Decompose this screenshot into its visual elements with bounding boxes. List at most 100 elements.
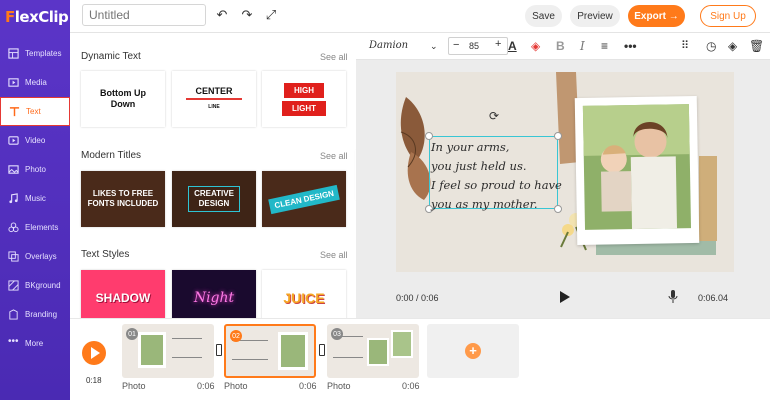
sidebar-item-media[interactable]: Media (0, 68, 70, 97)
export-button[interactable]: Export → (628, 5, 685, 27)
microphone-icon[interactable] (668, 290, 678, 304)
card-text: LINE (208, 103, 220, 110)
sidebar-item-label: BKground (25, 281, 61, 290)
text-template-card[interactable]: Bottom Up Down (81, 71, 165, 127)
sidebar-item-more[interactable]: ••• More (0, 329, 70, 358)
fullscreen-icon[interactable]: ⤢ (264, 8, 278, 22)
style-template-card[interactable]: Night (172, 270, 256, 318)
font-size-value[interactable]: 85 (469, 41, 479, 51)
timeline-clip[interactable]: 02 (224, 324, 316, 378)
flexclip-logo[interactable]: FlexClip (5, 8, 69, 26)
clip-thumbnail-photo (367, 338, 389, 366)
card-text: CENTER (195, 86, 233, 97)
bold-icon[interactable]: B (556, 39, 565, 53)
clip-number: 03 (331, 328, 343, 340)
add-clip-button[interactable]: + (427, 324, 519, 378)
sidebar-item-overlays[interactable]: Overlays (0, 242, 70, 271)
minus-icon[interactable]: − (453, 39, 459, 51)
transition-icon[interactable] (319, 344, 325, 356)
rotate-icon[interactable]: ⟳ (489, 109, 499, 123)
canvas-text[interactable]: In your arms, you just held us. I feel s… (431, 138, 562, 214)
sign-up-button[interactable]: Sign Up (700, 5, 756, 27)
clip-label: Photo (327, 381, 351, 391)
see-all-link[interactable]: See all (320, 151, 348, 161)
card-text: HIGH (284, 82, 324, 98)
highlight-color-icon[interactable]: ◈ (531, 39, 540, 53)
layers-icon[interactable]: ◈ (728, 39, 737, 53)
style-template-card[interactable]: JUICE (262, 270, 346, 318)
text-template-card[interactable]: HIGH LIGHT (262, 71, 346, 127)
clip-duration: 0:06 (299, 381, 317, 391)
see-all-link[interactable]: See all (320, 250, 348, 260)
sidebar-item-branding[interactable]: Branding (0, 300, 70, 329)
photo-icon (8, 165, 19, 174)
template-icon (8, 48, 19, 59)
clock-icon[interactable]: ◷ (706, 39, 716, 53)
sidebar-item-photo[interactable]: Photo (0, 155, 70, 184)
italic-icon[interactable]: I (580, 39, 585, 53)
timeline-clip[interactable]: 03 (327, 324, 419, 378)
overlays-icon (8, 251, 19, 262)
preview-button[interactable]: Preview (570, 5, 620, 27)
text-color-icon[interactable]: A (508, 39, 517, 53)
save-button[interactable]: Save (525, 5, 562, 27)
title-template-card[interactable]: LIKES TO FREE FONTS INCLUDED (81, 171, 165, 227)
top-bar: ↶ ↷ ⤢ Save Preview Export → Sign Up (70, 0, 770, 33)
current-time: 0:00 / 0:06 (396, 293, 439, 303)
sidebar-item-templates[interactable]: Templates (0, 39, 70, 68)
play-all-button[interactable] (82, 341, 106, 365)
photo-frame[interactable] (574, 95, 700, 246)
font-size-stepper[interactable]: − 85 + (448, 37, 508, 55)
see-all-link[interactable]: See all (320, 52, 348, 62)
card-text: Down (110, 99, 136, 109)
section-title: Modern Titles (81, 150, 142, 161)
background-icon (8, 280, 19, 291)
clip-duration: 0:06 (402, 381, 420, 391)
chevron-down-icon[interactable]: ⌄ (430, 39, 438, 53)
sidebar-item-text[interactable]: Text (0, 97, 70, 126)
sidebar-item-music[interactable]: Music (0, 184, 70, 213)
sidebar-item-label: Media (25, 78, 47, 87)
sidebar-item-label: Music (25, 194, 46, 203)
mother-child-photo (582, 104, 692, 230)
timeline: 0:18 01 Photo 0:06 02 Photo 0:06 03 Phot… (70, 318, 770, 400)
sidebar-item-bkground[interactable]: BKground (0, 271, 70, 300)
grid-icon[interactable]: ⠿ (681, 39, 689, 53)
sidebar-item-video[interactable]: Video (0, 126, 70, 155)
sidebar-item-label: Overlays (25, 252, 57, 261)
undo-icon[interactable]: ↶ (215, 8, 229, 22)
text-line: I feel so proud to have (431, 178, 562, 192)
sidebar-item-label: Photo (25, 165, 46, 174)
section-title: Dynamic Text (81, 51, 141, 62)
project-title-input[interactable] (82, 4, 206, 26)
card-text: FONTS INCLUDED (87, 199, 159, 208)
more-options-icon[interactable]: ••• (624, 39, 637, 53)
more-icon: ••• (8, 336, 19, 347)
video-canvas[interactable]: ⟳ In your arms, you just held us. I feel… (396, 72, 734, 272)
clip-label: Photo (224, 381, 248, 391)
plus-icon[interactable]: + (495, 38, 501, 50)
sidebar-item-label: More (25, 339, 44, 348)
title-template-card[interactable]: CLEAN DESIGN (262, 171, 346, 227)
timeline-clip[interactable]: 01 (122, 324, 214, 378)
align-icon[interactable]: ≡ (601, 39, 608, 53)
sidebar-item-label: Branding (25, 310, 58, 319)
text-icon (9, 107, 20, 117)
sidebar-item-label: Templates (25, 49, 62, 58)
play-icon[interactable] (560, 291, 570, 303)
card-text: Bottom Up (100, 88, 146, 98)
card-text: DESIGN (198, 199, 230, 208)
redo-icon[interactable]: ↷ (240, 8, 254, 22)
clip-number: 01 (126, 328, 138, 340)
sidebar-item-label: Video (25, 136, 46, 145)
text-template-card[interactable]: CENTER LINE (172, 71, 256, 127)
style-template-card[interactable]: SHADOW (81, 270, 165, 318)
trash-icon[interactable]: 🗑 (749, 39, 764, 53)
editor-stage: ⟳ In your arms, you just held us. I feel… (356, 60, 770, 318)
elements-icon (8, 222, 19, 233)
sidebar-item-elements[interactable]: Elements (0, 213, 70, 242)
font-family-select[interactable]: Damion (369, 39, 408, 53)
sidebar-item-label: Elements (25, 223, 59, 232)
title-template-card[interactable]: CREATIVE DESIGN (172, 171, 256, 227)
transition-icon[interactable] (216, 344, 222, 356)
